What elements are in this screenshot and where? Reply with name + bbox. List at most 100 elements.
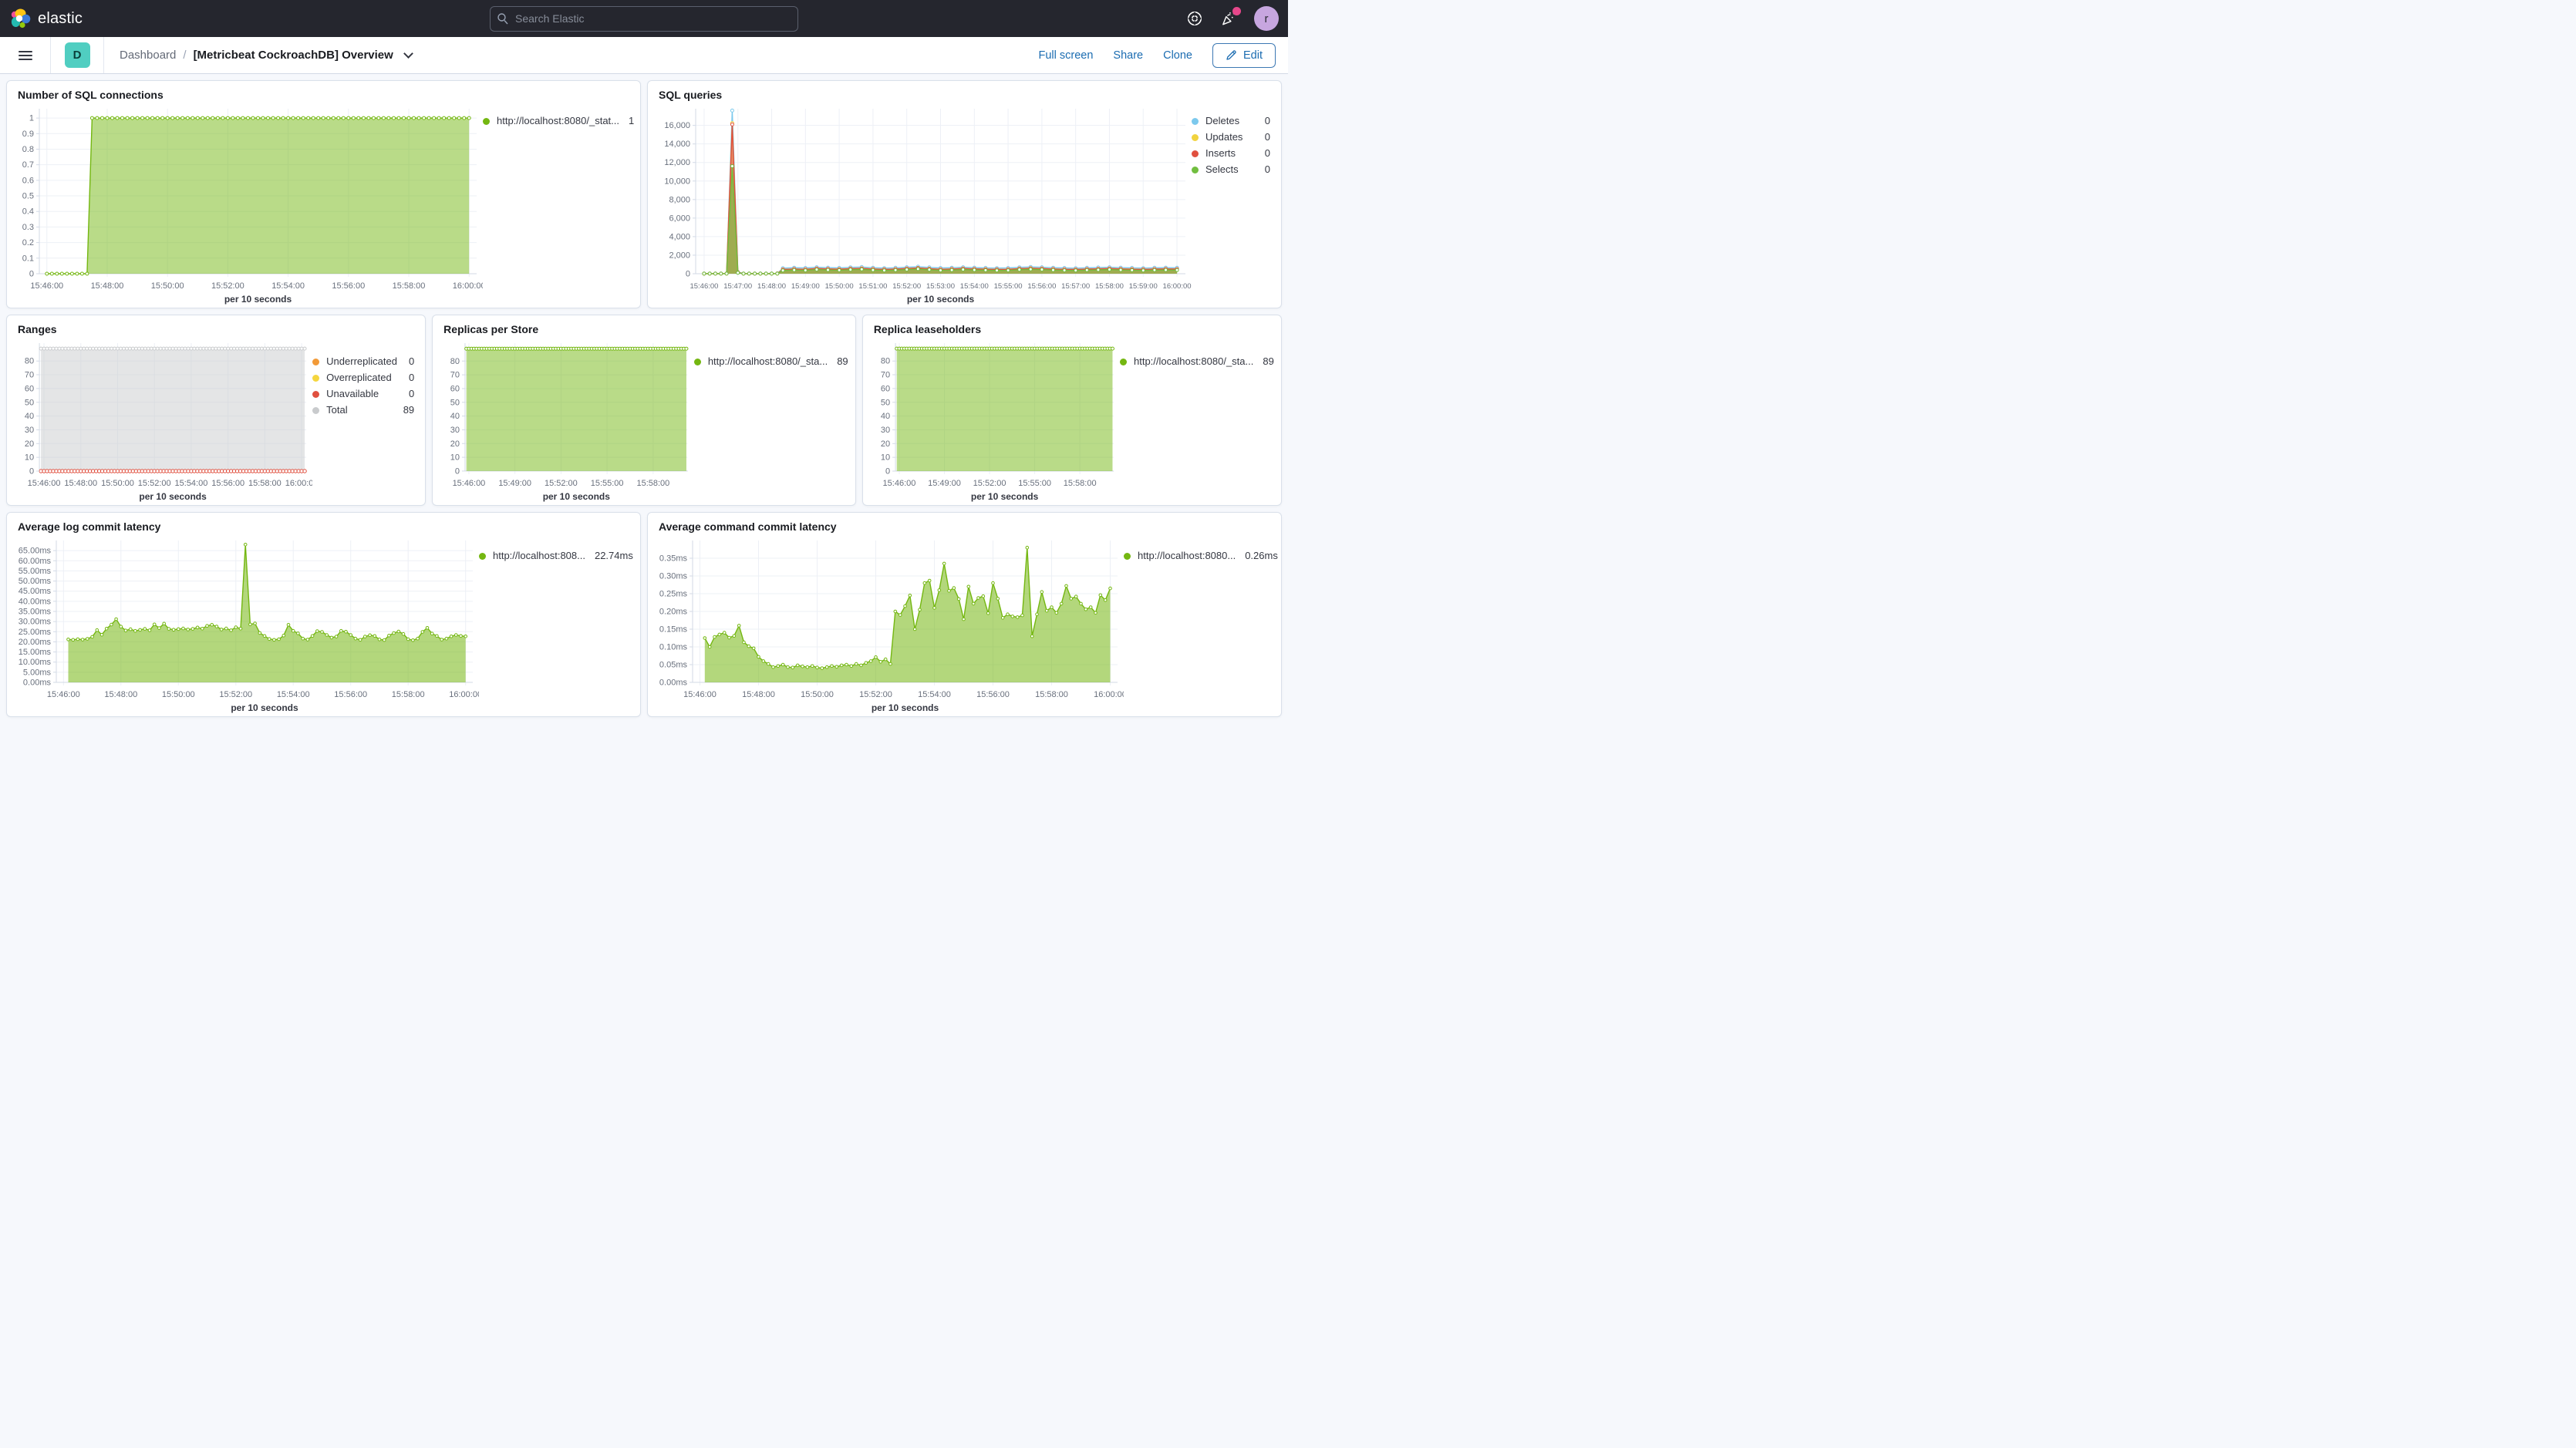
svg-text:15:52:00: 15:52:00 [892, 282, 921, 291]
breadcrumb-separator: / [183, 49, 186, 62]
chart-legend: http://localhost:808...22.74ms [479, 533, 637, 715]
legend-item[interactable]: Unavailable0 [312, 388, 414, 400]
legend-item[interactable]: http://localhost:8080/_sta...89 [1120, 355, 1270, 368]
legend-item[interactable]: http://localhost:8080...0.26ms [1124, 550, 1270, 562]
legend-value: 89 [1253, 355, 1273, 368]
avg-command-commit-latency-chart[interactable]: 0.00ms0.05ms0.10ms0.15ms0.20ms0.25ms0.30… [652, 533, 1124, 715]
search-input[interactable] [490, 6, 798, 32]
svg-text:15:52:00: 15:52:00 [859, 690, 892, 699]
legend-label: Updates [1205, 131, 1242, 143]
svg-text:15:46:00: 15:46:00 [28, 479, 61, 488]
svg-text:0.9: 0.9 [22, 130, 34, 139]
legend-label: http://localhost:8080... [1138, 550, 1236, 562]
full-screen-button[interactable]: Full screen [1038, 49, 1093, 62]
ranges-chart[interactable]: 0102030405060708015:46:0015:48:0015:50:0… [12, 335, 312, 503]
svg-text:40: 40 [881, 412, 890, 421]
legend-item[interactable]: Total89 [312, 404, 414, 416]
svg-text:0: 0 [29, 270, 34, 279]
breadcrumb-dashboard-link[interactable]: Dashboard [120, 49, 176, 62]
legend-dot-icon [1192, 167, 1199, 173]
menu-button[interactable] [0, 37, 51, 73]
svg-text:10: 10 [25, 453, 34, 463]
user-avatar[interactable]: r [1254, 6, 1279, 31]
help-button[interactable] [1186, 10, 1203, 27]
edit-button-label: Edit [1243, 49, 1263, 62]
replicas-per-store-chart[interactable]: 0102030405060708015:46:0015:49:0015:52:0… [437, 335, 694, 503]
elastic-logo[interactable]: elastic [9, 8, 83, 29]
panel-title: Average log commit latency [7, 513, 640, 533]
legend-label: Total [326, 404, 347, 416]
svg-text:per 10 seconds: per 10 seconds [543, 491, 610, 502]
legend-item[interactable]: Updates0 [1192, 131, 1270, 143]
svg-text:0.15ms: 0.15ms [659, 625, 688, 635]
legend-item[interactable]: Inserts0 [1192, 147, 1270, 160]
replica-leaseholders-chart[interactable]: 0102030405060708015:46:0015:49:0015:52:0… [868, 335, 1120, 503]
svg-text:15:56:00: 15:56:00 [334, 690, 367, 699]
svg-text:15:54:00: 15:54:00 [277, 690, 310, 699]
share-button[interactable]: Share [1113, 49, 1143, 62]
svg-text:15:56:00: 15:56:00 [211, 479, 244, 488]
space-badge[interactable]: D [65, 42, 90, 68]
svg-text:15:49:00: 15:49:00 [791, 282, 820, 291]
panel-average-log-commit-latency: Average log commit latency 0.00ms5.00ms1… [6, 512, 641, 717]
svg-text:20: 20 [881, 439, 890, 449]
svg-text:14,000: 14,000 [664, 140, 690, 149]
svg-text:60.00ms: 60.00ms [19, 557, 52, 566]
edit-button[interactable]: Edit [1212, 43, 1276, 68]
panel-title: Replicas per Store [433, 315, 855, 335]
chevron-down-icon[interactable] [403, 49, 413, 59]
svg-text:30: 30 [881, 426, 890, 435]
legend-item[interactable]: http://localhost:8080/_stat...1 [483, 115, 629, 127]
svg-text:15:52:00: 15:52:00 [973, 479, 1006, 488]
svg-text:15:50:00: 15:50:00 [825, 282, 854, 291]
svg-text:15:58:00: 15:58:00 [1064, 479, 1097, 488]
legend-item[interactable]: Overreplicated 0 [312, 372, 414, 384]
svg-text:15:50:00: 15:50:00 [801, 690, 834, 699]
svg-text:0.35ms: 0.35ms [659, 554, 688, 564]
svg-text:15:46:00: 15:46:00 [47, 690, 80, 699]
legend-value: 0 [400, 372, 414, 384]
legend-item[interactable]: http://localhost:8080/_sta...89 [694, 355, 845, 368]
sql-connections-chart[interactable]: 00.10.20.30.40.50.60.70.80.9115:46:0015:… [12, 101, 483, 306]
svg-text:35.00ms: 35.00ms [19, 608, 52, 617]
legend-label: http://localhost:8080/_sta... [708, 355, 828, 368]
svg-text:0.6: 0.6 [22, 176, 34, 185]
svg-text:15:50:00: 15:50:00 [162, 690, 195, 699]
legend-dot-icon [1192, 134, 1199, 141]
legend-item[interactable]: Deletes0 [1192, 115, 1270, 127]
newsfeed-button[interactable] [1220, 10, 1237, 27]
pencil-icon [1226, 49, 1237, 61]
legend-value: 22.74ms [585, 550, 633, 562]
svg-text:60: 60 [25, 384, 34, 393]
svg-text:40.00ms: 40.00ms [19, 597, 52, 606]
svg-text:15:54:00: 15:54:00 [271, 281, 305, 291]
hamburger-icon [19, 49, 32, 62]
svg-text:15:48:00: 15:48:00 [64, 479, 97, 488]
svg-text:15:46:00: 15:46:00 [690, 282, 718, 291]
svg-text:15:58:00: 15:58:00 [637, 479, 670, 488]
chart-legend: Underreplicated0 Overreplicated 0 Unavailab… [312, 335, 422, 503]
legend-value: 89 [828, 355, 848, 368]
legend-item[interactable]: Selects0 [1192, 163, 1270, 176]
legend-dot-icon [312, 359, 319, 365]
svg-text:15:52:00: 15:52:00 [545, 479, 578, 488]
legend-dot-icon [1192, 150, 1199, 157]
legend-label: Overreplicated [326, 372, 392, 384]
chart-legend: http://localhost:8080/_sta...89 [1120, 335, 1278, 503]
avg-log-commit-latency-chart[interactable]: 0.00ms5.00ms10.00ms15.00ms20.00ms25.00ms… [12, 533, 479, 715]
svg-text:0.8: 0.8 [22, 145, 34, 154]
chart-legend: http://localhost:8080...0.26ms [1124, 533, 1278, 715]
svg-text:0.05ms: 0.05ms [659, 661, 688, 670]
notification-dot [1232, 7, 1241, 15]
legend-value: 0.26ms [1236, 550, 1278, 562]
sql-queries-chart[interactable]: 02,0004,0006,0008,00010,00012,00014,0001… [652, 101, 1192, 306]
legend-item[interactable]: Underreplicated0 [312, 355, 414, 368]
svg-text:0.25ms: 0.25ms [659, 590, 688, 599]
svg-text:40: 40 [450, 412, 460, 421]
svg-text:15:51:00: 15:51:00 [858, 282, 887, 291]
clone-button[interactable]: Clone [1163, 49, 1192, 62]
svg-text:45.00ms: 45.00ms [19, 587, 52, 596]
legend-label: Selects [1205, 163, 1239, 176]
svg-text:per 10 seconds: per 10 seconds [139, 491, 207, 502]
legend-item[interactable]: http://localhost:808...22.74ms [479, 550, 629, 562]
